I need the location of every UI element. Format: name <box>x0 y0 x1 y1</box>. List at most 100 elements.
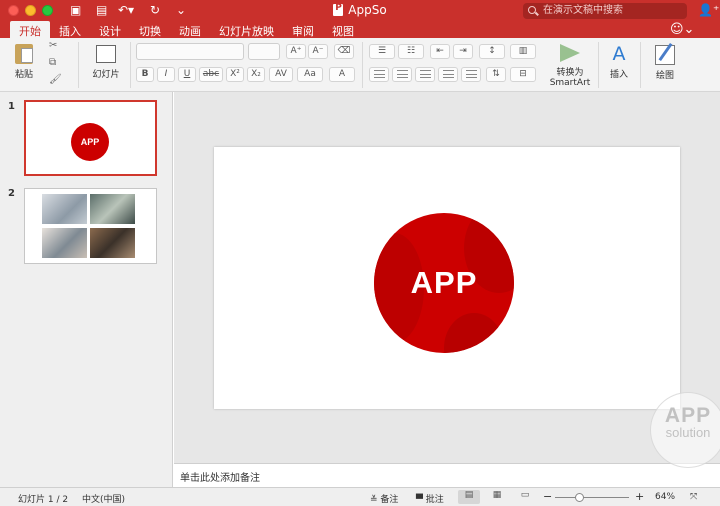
ribbon-divider <box>78 42 79 88</box>
ribbon: 粘贴 ✂ ⧉ 🖌 幻灯片 A⁺ A⁻ ⌫ B I U abc X² X₂ AV … <box>0 38 720 92</box>
customize-toolbar-icon[interactable]: ⌄ <box>176 3 186 17</box>
tab-review[interactable]: 审阅 <box>283 21 323 38</box>
convert-smartart-icon <box>560 44 580 62</box>
copy-icon[interactable]: ⧉ <box>49 57 56 68</box>
language-indicator[interactable]: 中文(中国) <box>82 492 125 505</box>
title-bar: ▣ ▤ ↶▾ ↻ ⌄ AppSo 在演示文稿中搜索 👤⁺ 开始 插入 设计 切换… <box>0 0 720 38</box>
comments-toggle-button[interactable]: ▀ 批注 <box>416 492 444 505</box>
decrease-indent-button[interactable]: ⇤ <box>430 44 450 59</box>
close-window-button[interactable] <box>8 5 19 16</box>
align-right-button[interactable] <box>415 67 435 82</box>
underline-button[interactable]: U <box>178 67 196 82</box>
tab-slideshow[interactable]: 幻灯片放映 <box>210 21 283 38</box>
paste-button[interactable]: 粘贴 <box>8 40 40 80</box>
font-family-select[interactable] <box>136 43 244 60</box>
redo-icon[interactable]: ↻ <box>150 3 160 17</box>
align-center-button[interactable] <box>392 67 412 82</box>
notes-icon: ≚ <box>370 495 378 505</box>
reading-view-icon[interactable]: ▭ <box>514 490 536 504</box>
minimize-window-button[interactable] <box>25 5 36 16</box>
notes-placeholder: 单击此处添加备注 <box>180 473 260 484</box>
align-text-button[interactable]: ⊟ <box>510 67 536 82</box>
save-icon[interactable]: ▤ <box>96 3 107 17</box>
search-icon <box>528 6 536 14</box>
bold-button[interactable]: B <box>136 67 154 82</box>
photo-image <box>42 228 87 258</box>
slide-number: 1 <box>8 101 15 112</box>
zoom-slider[interactable] <box>555 497 629 498</box>
insert-icon: A <box>612 43 626 65</box>
new-slide-button[interactable]: 幻灯片 <box>88 40 124 80</box>
notes-toggle-button[interactable]: ≚ 备注 <box>370 492 398 505</box>
photo-image <box>90 228 135 258</box>
slide-number: 2 <box>8 188 15 199</box>
zoom-out-button[interactable]: − <box>543 490 552 503</box>
font-color-button[interactable]: A <box>329 67 355 82</box>
ribbon-divider <box>362 42 363 88</box>
increase-font-button[interactable]: A⁺ <box>286 44 306 59</box>
convert-smartart-button[interactable]: 转换为 SmartArt <box>545 42 595 88</box>
normal-view-icon[interactable]: ▤ <box>458 490 480 504</box>
columns-button[interactable]: ▥ <box>510 44 536 59</box>
slide-thumbnails-pane: 1 APP 2 <box>0 92 173 487</box>
paste-icon <box>15 44 33 64</box>
maximize-window-button[interactable] <box>42 5 53 16</box>
app-logo[interactable]: APP <box>374 213 514 353</box>
subscript-button[interactable]: X₂ <box>247 67 265 82</box>
text-direction-button[interactable]: ⇅ <box>486 67 506 82</box>
distribute-button[interactable] <box>461 67 481 82</box>
cut-icon[interactable]: ✂ <box>49 40 57 51</box>
tab-view[interactable]: 视图 <box>323 21 363 38</box>
font-size-select[interactable] <box>248 43 280 60</box>
draw-button[interactable]: 绘图 <box>648 42 682 81</box>
search-input[interactable]: 在演示文稿中搜索 <box>523 3 687 19</box>
tab-insert[interactable]: 插入 <box>50 21 90 38</box>
ribbon-divider <box>598 42 599 88</box>
document-icon <box>333 3 344 16</box>
change-case-button[interactable]: Aa <box>297 67 323 82</box>
smiley-icon[interactable]: ☺⌄ <box>670 22 694 37</box>
slide-counter: 幻灯片 1 / 2 <box>18 495 69 505</box>
watermark-logo: APP solution <box>650 392 720 468</box>
ribbon-divider <box>640 42 641 88</box>
slide-thumbnail-1[interactable]: APP <box>24 100 157 176</box>
bullets-button[interactable]: ☰ <box>369 44 395 59</box>
insert-button[interactable]: A 插入 <box>604 42 634 80</box>
align-left-button[interactable] <box>369 67 389 82</box>
slide-sorter-icon[interactable]: ▦ <box>486 490 508 504</box>
tab-home[interactable]: 开始 <box>10 21 50 38</box>
tab-transitions[interactable]: 切换 <box>130 21 170 38</box>
strikethrough-button[interactable]: abc <box>199 67 223 82</box>
slide-editor: APP <box>174 92 720 463</box>
tab-design[interactable]: 设计 <box>90 21 130 38</box>
zoom-slider-handle[interactable] <box>575 493 584 502</box>
fit-to-window-icon[interactable]: ⤧ <box>690 492 697 502</box>
clear-format-icon[interactable]: ⌫ <box>334 44 354 59</box>
comments-icon: ▀ <box>416 495 423 505</box>
superscript-button[interactable]: X² <box>226 67 244 82</box>
slide-thumbnail-2[interactable] <box>24 188 157 264</box>
logo-text: APP <box>410 265 478 300</box>
justify-button[interactable] <box>438 67 458 82</box>
tab-animations[interactable]: 动画 <box>170 21 210 38</box>
new-slide-icon <box>96 45 116 63</box>
undo-icon[interactable]: ↶▾ <box>118 3 134 17</box>
ribbon-tabs: 开始 插入 设计 切换 动画 幻灯片放映 审阅 视图 <box>10 21 363 38</box>
numbering-button[interactable]: ☷ <box>398 44 424 59</box>
format-painter-icon[interactable]: 🖌 <box>49 74 62 85</box>
decrease-font-button[interactable]: A⁻ <box>308 44 328 59</box>
add-user-icon[interactable]: 👤⁺ <box>698 3 719 17</box>
zoom-level[interactable]: 64% <box>655 492 675 502</box>
italic-button[interactable]: I <box>157 67 175 82</box>
zoom-in-button[interactable]: + <box>635 490 644 503</box>
photo-image <box>90 194 135 224</box>
current-slide[interactable]: APP <box>214 147 680 409</box>
status-bar: 幻灯片 1 / 2 中文(中国) ≚ 备注 ▀ 批注 ▤ ▦ ▭ − + 64%… <box>0 487 720 506</box>
thumbnail-logo: APP <box>71 123 109 161</box>
sidebar-toggle-icon[interactable]: ▣ <box>70 3 81 17</box>
line-spacing-button[interactable]: ↕ <box>479 44 505 59</box>
increase-indent-button[interactable]: ⇥ <box>453 44 473 59</box>
notes-input[interactable]: 单击此处添加备注 <box>174 463 720 487</box>
draw-icon <box>655 42 675 65</box>
character-spacing-button[interactable]: AV <box>269 67 293 82</box>
